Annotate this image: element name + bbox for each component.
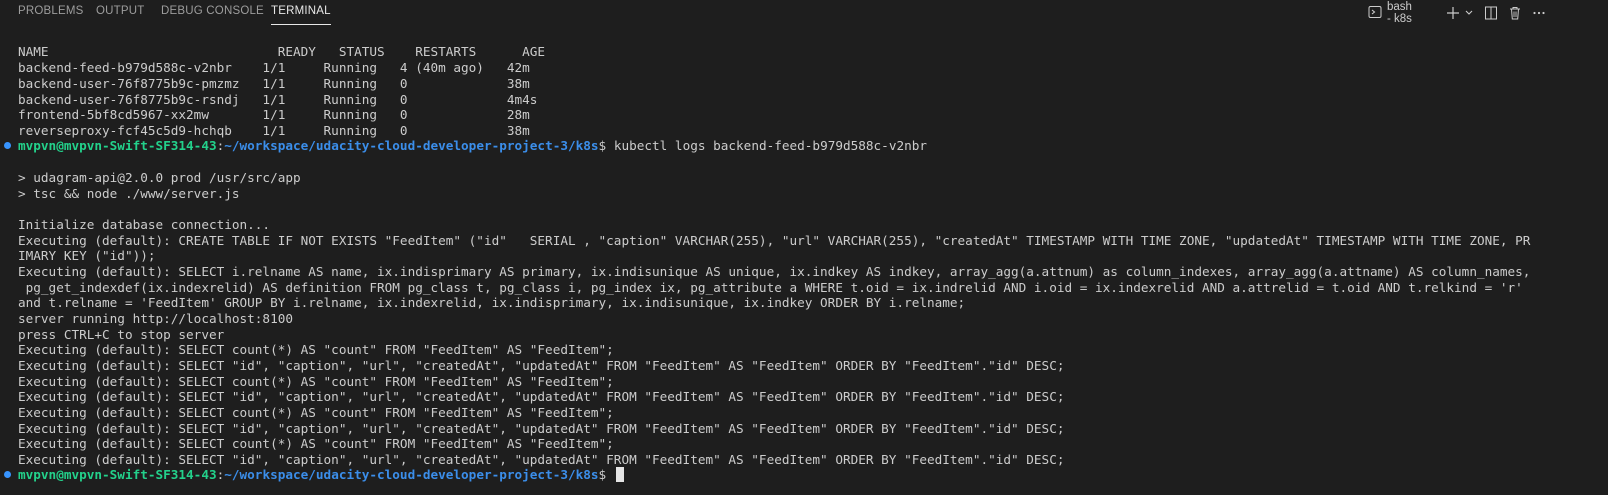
terminal-selector[interactable]: bash - k8s <box>1368 1 1412 25</box>
split-icon[interactable] <box>1484 4 1498 22</box>
log-line: IMARY KEY ("id")); <box>18 248 156 263</box>
log-line: Executing (default): SELECT "id", "capti… <box>18 452 1065 467</box>
chevron-down-icon[interactable] <box>1464 4 1474 22</box>
trash-icon[interactable] <box>1508 4 1522 22</box>
command-status-dot[interactable] <box>4 142 11 149</box>
current-prompt-line[interactable]: mvpvn@mvpvn-Swift-SF314-43:~/workspace/u… <box>18 467 624 483</box>
terminal-icon <box>1368 5 1382 22</box>
plus-icon[interactable] <box>1446 4 1460 22</box>
prompt-path: ~/workspace/udacity-cloud-developer-proj… <box>224 467 599 482</box>
pod-row: backend-feed-b979d588c-v2nbr 1/1 Running… <box>18 60 530 75</box>
log-line: > udagram-api@2.0.0 prod /usr/src/app <box>18 170 301 185</box>
prompt-symbol: $ <box>598 467 614 482</box>
log-line: Executing (default): SELECT count(*) AS … <box>18 436 614 451</box>
prompt-user: mvpvn@mvpvn-Swift-SF314-43 <box>18 138 217 153</box>
tab-output[interactable]: OUTPUT <box>96 5 144 25</box>
log-line: Executing (default): SELECT i.relname AS… <box>18 264 1531 279</box>
log-line: pg_get_indexdef(ix.indexrelid) AS defini… <box>18 280 1523 295</box>
log-line: Executing (default): SELECT "id", "capti… <box>18 358 1065 373</box>
prompt-user: mvpvn@mvpvn-Swift-SF314-43 <box>18 467 217 482</box>
log-line: > tsc && node ./www/server.js <box>18 186 240 201</box>
pods-table-header: NAME READY STATUS RESTARTS AGE <box>18 44 546 59</box>
pod-row: backend-user-76f8775b9c-rsndj 1/1 Runnin… <box>18 92 538 107</box>
panel-tab-bar: PROBLEMS OUTPUT DEBUG CONSOLE TERMINAL b… <box>0 0 1608 25</box>
terminal-output[interactable]: NAME READY STATUS RESTARTS AGE backend-f… <box>0 44 1608 495</box>
prompt-symbol: $ <box>598 138 614 153</box>
log-line: Executing (default): SELECT "id", "capti… <box>18 421 1065 436</box>
prompt-path: ~/workspace/udacity-cloud-developer-proj… <box>224 138 599 153</box>
log-line: Initialize database connection... <box>18 217 271 232</box>
pod-row: frontend-5bf8cd5967-xx2mw 1/1 Running 0 … <box>18 107 530 122</box>
terminal-cursor <box>615 467 624 482</box>
command-text: kubectl logs backend-feed-b979d588c-v2nb… <box>613 138 928 153</box>
log-line: press CTRL+C to stop server <box>18 327 225 342</box>
command-prompt-line: mvpvn@mvpvn-Swift-SF314-43:~/workspace/u… <box>18 138 928 153</box>
pod-row: backend-user-76f8775b9c-pmzmz 1/1 Runnin… <box>18 76 530 91</box>
log-line: server running http://localhost:8100 <box>18 311 293 326</box>
more-icon[interactable] <box>1532 4 1546 22</box>
prompt-status-dot[interactable] <box>4 471 11 478</box>
terminal-name-label: bash - k8s <box>1387 1 1412 25</box>
log-line: Executing (default): SELECT "id", "capti… <box>18 389 1065 404</box>
pod-row: reverseproxy-fcf45c5d9-hchqb 1/1 Running… <box>18 123 530 138</box>
tab-problems[interactable]: PROBLEMS <box>18 5 84 25</box>
log-line: Executing (default): SELECT count(*) AS … <box>18 374 614 389</box>
log-line: and t.relname = 'FeedItem' GROUP BY i.re… <box>18 295 966 310</box>
tab-terminal[interactable]: TERMINAL <box>271 5 331 25</box>
log-line: Executing (default): SELECT count(*) AS … <box>18 405 614 420</box>
log-line: Executing (default): SELECT count(*) AS … <box>18 342 614 357</box>
tab-debug-console[interactable]: DEBUG CONSOLE <box>161 5 264 25</box>
log-line: Executing (default): CREATE TABLE IF NOT… <box>18 233 1531 248</box>
